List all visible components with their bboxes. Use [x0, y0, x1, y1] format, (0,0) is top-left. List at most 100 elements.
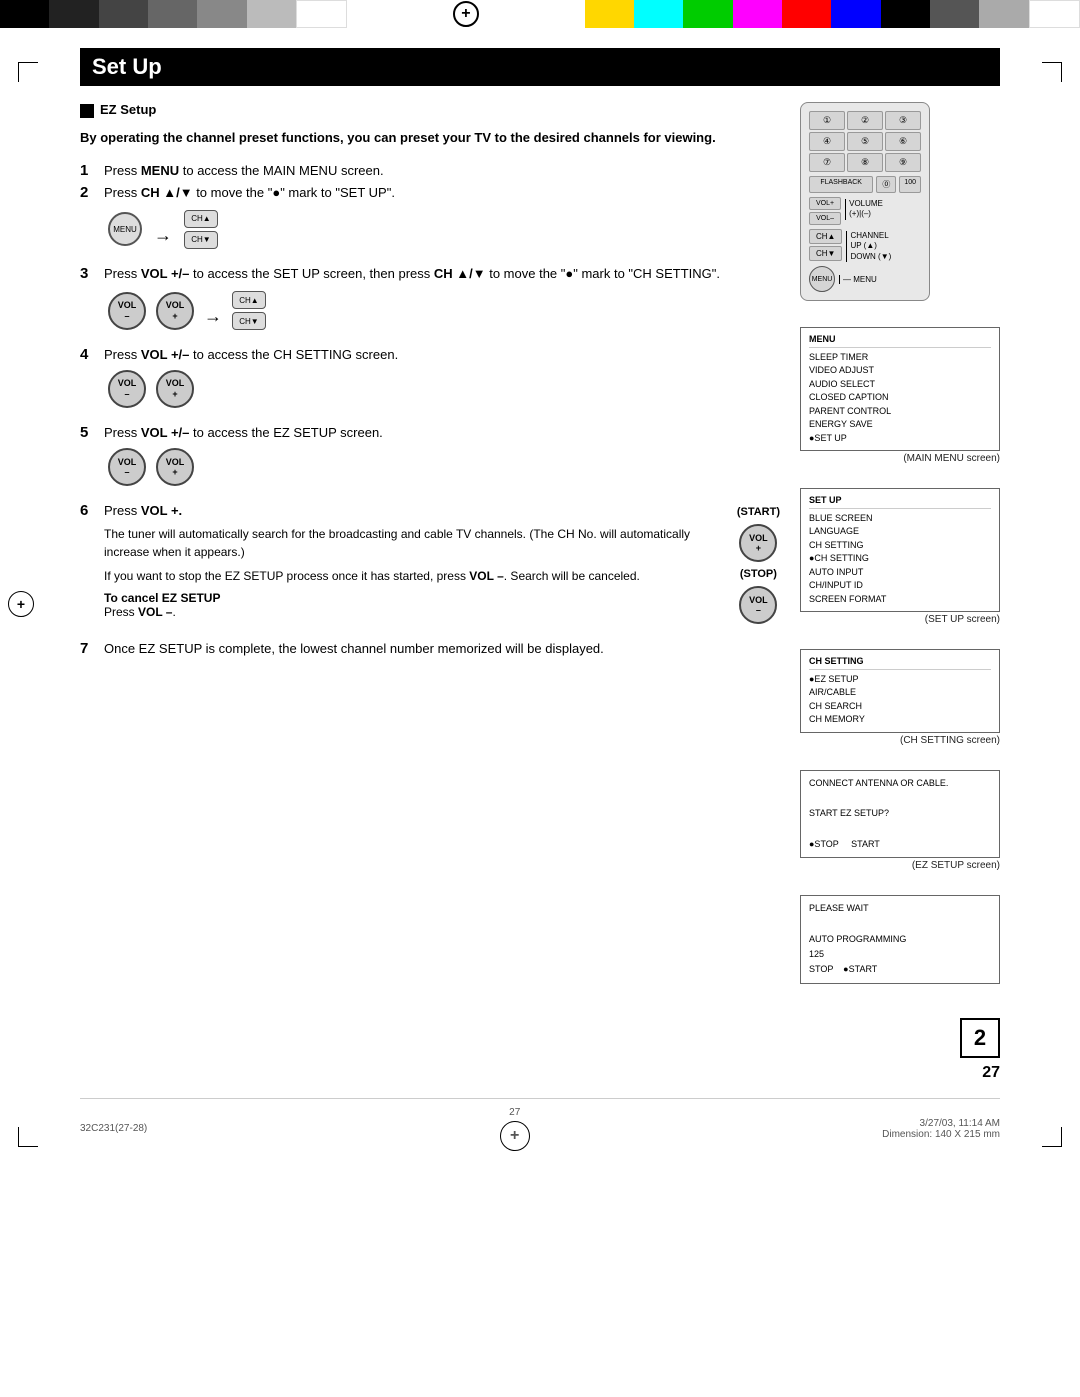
step-1-num: 1 — [80, 162, 98, 179]
menu-item-energy: ENERGY SAVE — [809, 418, 991, 432]
color-block-black1 — [0, 0, 49, 28]
ch-btns-3: CH▲ CH▼ — [232, 291, 266, 330]
step-3-diagram: VOL– VOL+ → CH▲ CH▼ — [108, 291, 780, 330]
crop-mark-br — [1042, 1127, 1062, 1147]
step-6-num: 6 — [80, 502, 98, 519]
step-2: 2 Press CH ▲/▼ to move the "●" mark to "… — [80, 184, 780, 202]
step-5-text: Press VOL +/– to access the EZ SETUP scr… — [104, 424, 780, 442]
prog-line1: PLEASE WAIT — [809, 901, 991, 916]
menu-button-diagram: MENU — [108, 212, 142, 246]
main-menu-screen: MENU SLEEP TIMER VIDEO ADJUST AUDIO SELE… — [800, 327, 1000, 451]
vol-plus-1: VOL+ — [156, 292, 194, 330]
step-6-left: 6 Press VOL +. The tuner will automatica… — [80, 502, 727, 618]
flashback-row: FLASHBACK ⓪ 100 — [809, 176, 921, 193]
ez-setup-caption: (EZ SETUP screen) — [800, 860, 1000, 871]
crosshair-bottom: + — [500, 1121, 530, 1151]
step-4: 4 Press VOL +/– to access the CH SETTING… — [80, 346, 780, 364]
color-block-light — [247, 0, 296, 28]
ch-section: CH▲ CH▼ — [809, 229, 842, 261]
set-up-title: SET UP — [809, 494, 991, 509]
color-block-dark2 — [148, 0, 197, 28]
set-up-screen: SET UP BLUE SCREEN LANGUAGE CH SETTING ●… — [800, 488, 1000, 612]
ch-setting-title: CH SETTING — [809, 655, 991, 670]
flashback-btn: FLASHBACK — [809, 176, 873, 193]
menu-row-remote: MENU — MENU — [809, 266, 921, 292]
step-5-num: 5 — [80, 424, 98, 441]
prog-line5: STOP ●START — [809, 962, 991, 977]
crop-mark-tr — [1042, 62, 1062, 82]
vol-minus-4: VOL– — [108, 370, 146, 408]
menu-item-parent: PARENT CONTROL — [809, 405, 991, 419]
cha-remote: CH▲ — [809, 229, 842, 244]
step-4-text: Press VOL +/– to access the CH SETTING s… — [104, 346, 780, 364]
crosshair-top: + — [446, 0, 486, 28]
color-block-dgray — [930, 0, 979, 28]
num-0: ⓪ — [876, 176, 896, 193]
page-number: 27 — [80, 1064, 1000, 1082]
chv-btn-3: CH▼ — [232, 312, 266, 330]
step-7-text: Once EZ SETUP is complete, the lowest ch… — [104, 640, 780, 658]
num-100: 100 — [899, 176, 921, 193]
ch-setting-caption: (CH SETTING screen) — [800, 735, 1000, 746]
ch-buttons-diagram: CH▲ CH▼ — [184, 210, 218, 249]
prog-screen-wrapper: PLEASE WAIT AUTO PROGRAMMING 125 STOP ●S… — [800, 895, 1000, 983]
step-3-num: 3 — [80, 265, 98, 282]
step-6-para2: If you want to stop the EZ SETUP process… — [104, 567, 727, 585]
crop-mark-bl — [18, 1127, 38, 1147]
menu-item-audio: AUDIO SELECT — [809, 378, 991, 392]
volume-label: VOLUME(+)|(–) — [845, 199, 883, 220]
footer-page-num: 27 — [509, 1107, 520, 1118]
ez-setup-screen-wrapper: CONNECT ANTENNA OR CABLE. START EZ SETUP… — [800, 770, 1000, 871]
top-color-bar: + — [0, 0, 1080, 28]
prog-line3: AUTO PROGRAMMING — [809, 932, 991, 947]
step-4-num: 4 — [80, 346, 98, 363]
ez-setup-content: CONNECT ANTENNA OR CABLE. START EZ SETUP… — [809, 776, 991, 852]
prog-line4: 125 — [809, 947, 991, 962]
remote-diagram-top: ① ② ③ ④ ⑤ ⑥ ⑦ ⑧ ⑨ FLASHBACK — [800, 102, 1000, 301]
vol-plus-4: VOL+ — [156, 370, 194, 408]
page-number-box: 2 — [960, 1018, 1000, 1058]
vol-minus-1: VOL– — [108, 292, 146, 330]
ez-setup-screen: CONNECT ANTENNA OR CABLE. START EZ SETUP… — [800, 770, 1000, 858]
color-block-white2 — [1029, 0, 1080, 28]
num-2: ② — [847, 111, 883, 130]
page-wrapper: + Set Up EZ Setup By operating the chann… — [0, 28, 1080, 1181]
cs-air: AIR/CABLE — [809, 686, 991, 700]
color-block-green — [683, 0, 732, 28]
main-left: EZ Setup By operating the channel preset… — [80, 102, 780, 675]
color-block-cyan — [634, 0, 683, 28]
section-marker — [80, 104, 94, 118]
su-fmt: SCREEN FORMAT — [809, 593, 991, 607]
ez-line4 — [809, 822, 991, 837]
vol-plus-remote: VOL+ — [809, 197, 841, 210]
num-1: ① — [809, 111, 845, 130]
step-6-line1: 6 Press VOL +. — [80, 502, 727, 520]
cs-ez: ●EZ SETUP — [809, 673, 991, 687]
step-3: 3 Press VOL +/– to access the SET UP scr… — [80, 265, 780, 283]
set-up-caption: (SET UP screen) — [800, 614, 1000, 625]
num-8: ⑧ — [847, 153, 883, 172]
ez-line2 — [809, 791, 991, 806]
intro-text: By operating the channel preset function… — [80, 128, 780, 148]
step-3-text: Press VOL +/– to access the SET UP scree… — [104, 265, 780, 283]
menu-circle-remote: MENU — [809, 266, 835, 292]
menu-item-setup: ●SET UP — [809, 432, 991, 446]
su-blue: BLUE SCREEN — [809, 512, 991, 526]
menu-item-video: VIDEO ADJUST — [809, 364, 991, 378]
page-title: Set Up — [92, 54, 988, 80]
chv-remote: CH▼ — [809, 246, 842, 261]
cha-chv-section: CH▲ CH▼ CHANNELUP (▲)DOWN (▼) — [809, 229, 921, 262]
step-6-row: 6 Press VOL +. The tuner will automatica… — [80, 502, 780, 624]
prog-content: PLEASE WAIT AUTO PROGRAMMING 125 STOP ●S… — [809, 901, 991, 977]
footer-date: 3/27/03, 11:14 AM — [882, 1118, 1000, 1129]
section-name: EZ Setup — [100, 102, 156, 117]
num-9: ⑨ — [885, 153, 921, 172]
step-4-block: 4 Press VOL +/– to access the CH SETTING… — [80, 346, 780, 408]
step-1-text: Press MENU to access the MAIN MENU scree… — [104, 162, 780, 180]
vol-ch-row: VOL+ VOL– VOLUME(+)|(–) — [809, 197, 921, 225]
step-6-block: 6 Press VOL +. The tuner will automatica… — [80, 502, 780, 624]
step-5-block: 5 Press VOL +/– to access the EZ SETUP s… — [80, 424, 780, 486]
vol-stop-btn: VOL– — [739, 586, 777, 624]
remote-panel: ① ② ③ ④ ⑤ ⑥ ⑦ ⑧ ⑨ FLASHBACK — [800, 102, 930, 301]
ez-line3: START EZ SETUP? — [809, 806, 991, 821]
